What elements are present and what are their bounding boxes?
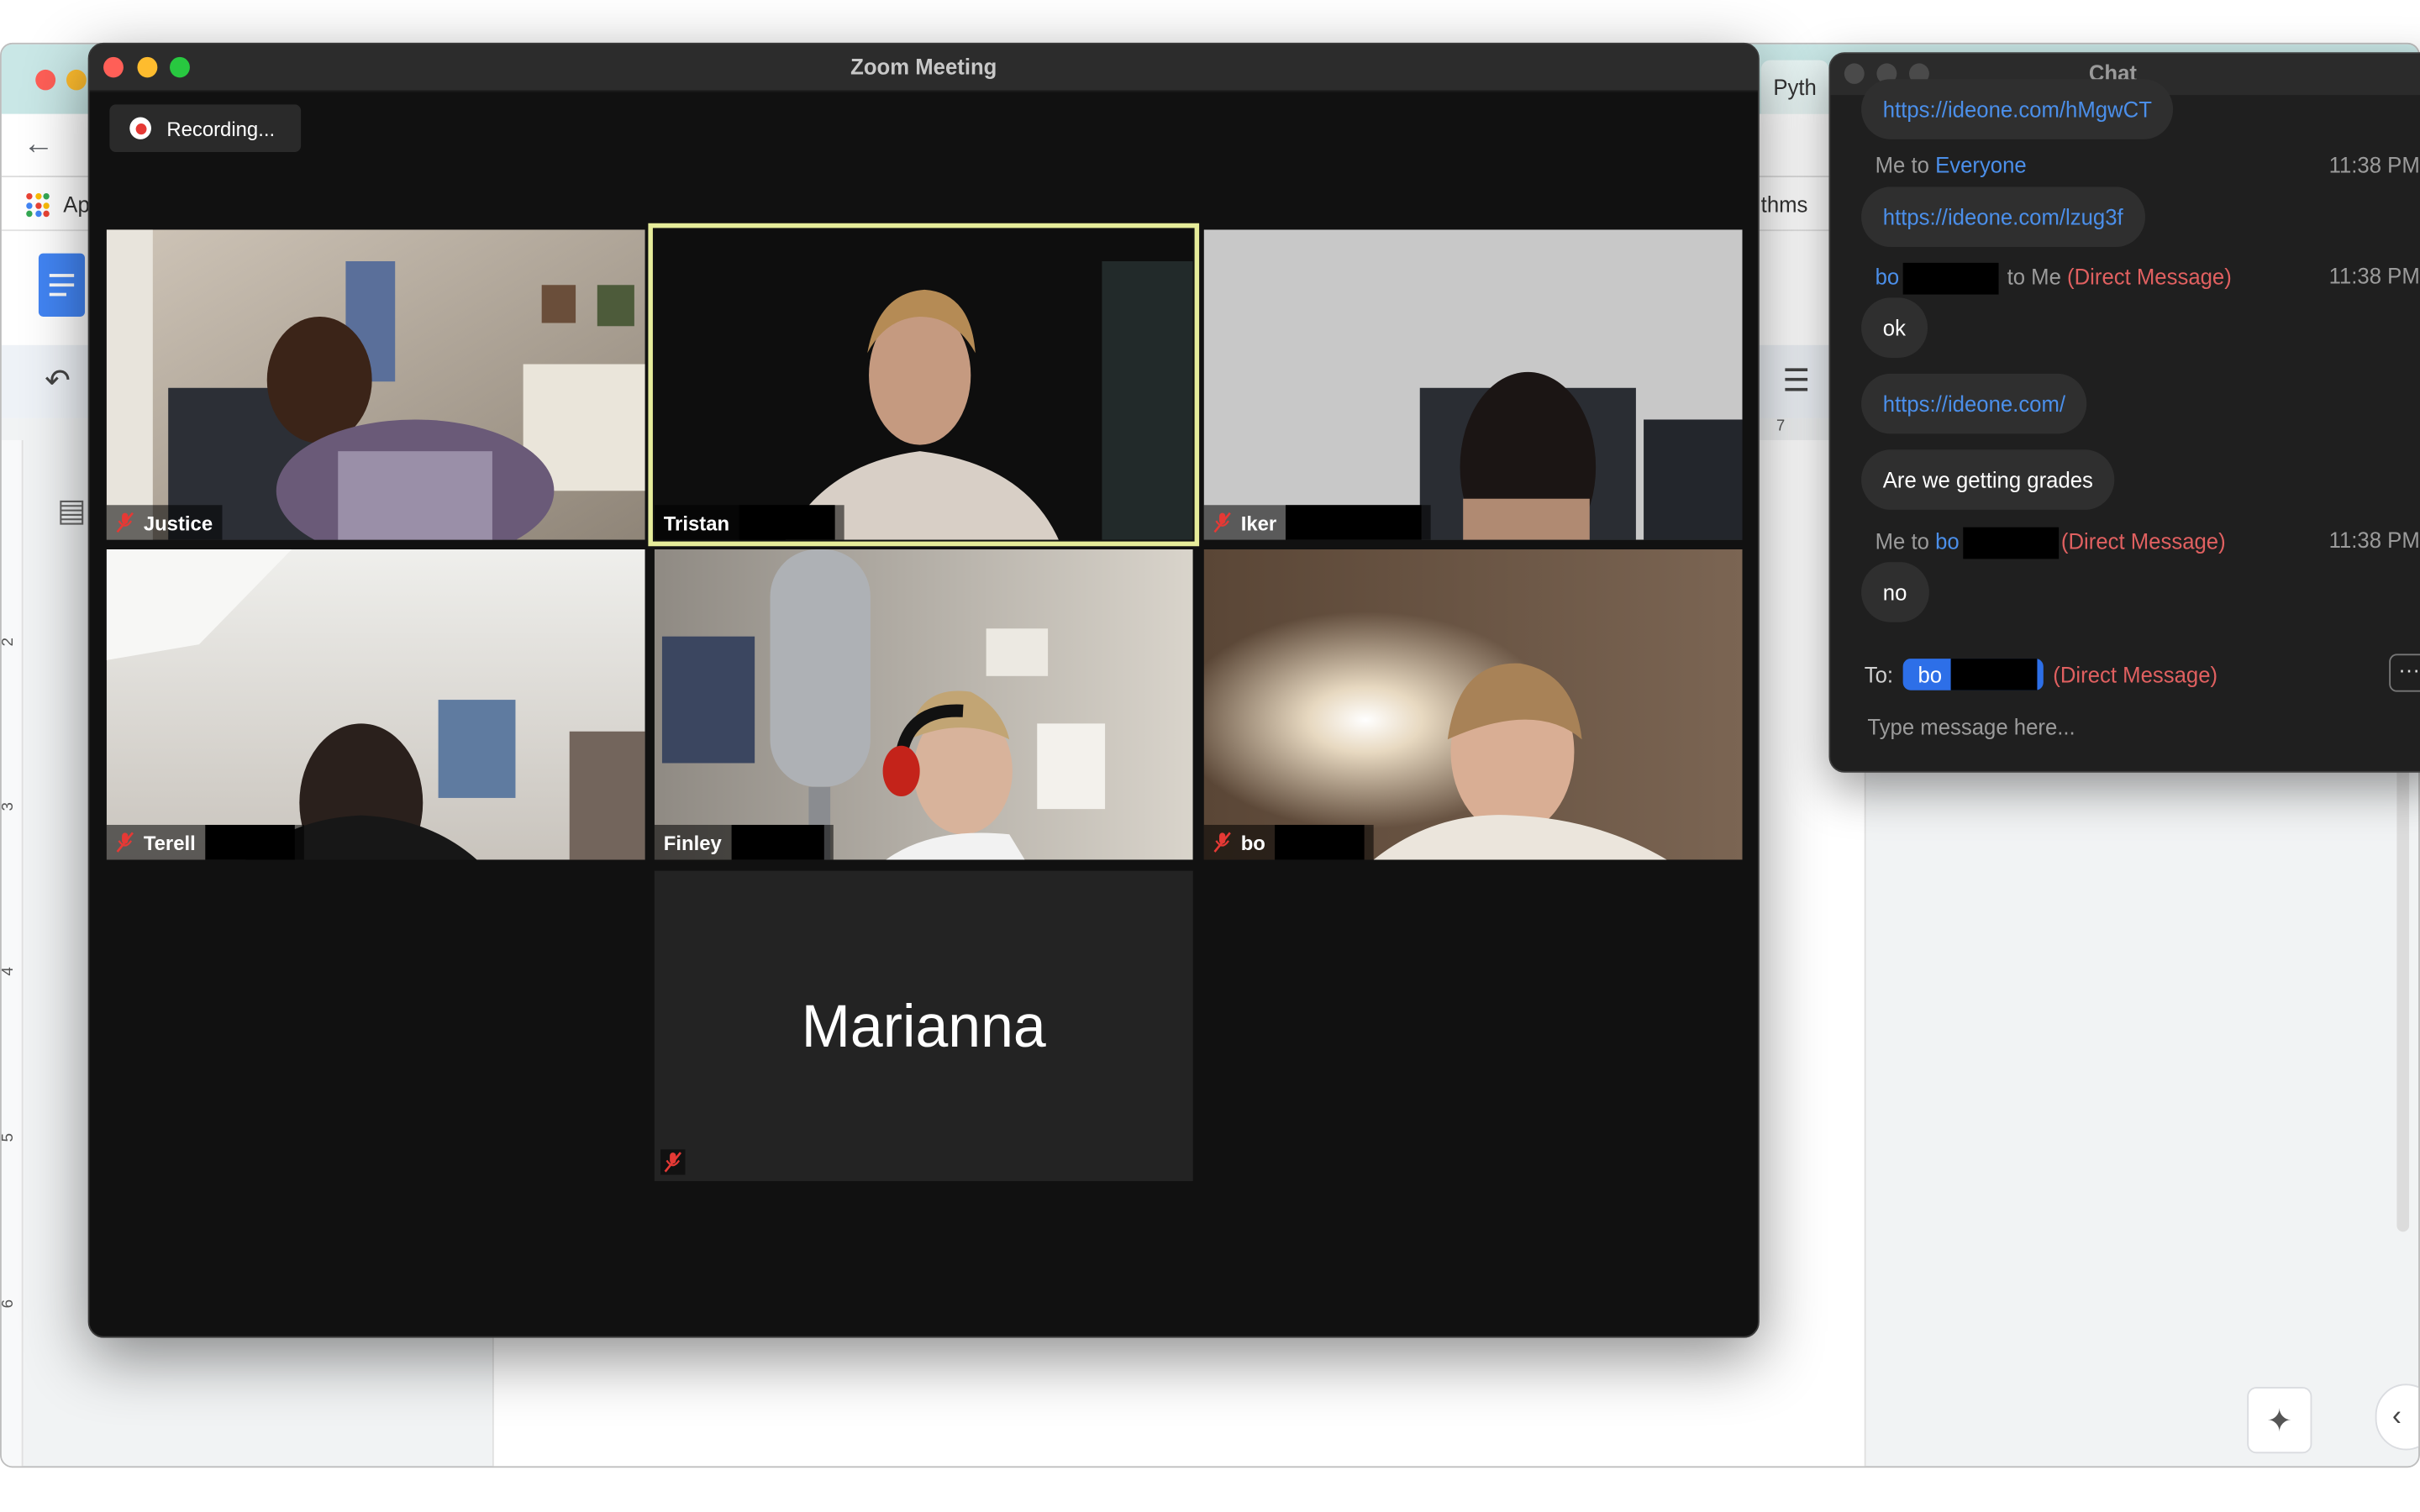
redaction-box [739,505,834,540]
zoom-window-title: Zoom Meeting [850,54,997,80]
ruler-mark: 7 [2,1464,18,1466]
browser-tab[interactable]: Pyth [1760,60,1829,114]
participant-name: Tristan [663,510,730,535]
participant-video [106,229,645,540]
participant-name: Terell [143,830,196,854]
chat-window: Chat https://ideone.com/hMgwCT Me to Eve… [1828,52,2420,773]
participant-name: Marianna [801,994,1046,1061]
muted-mic-icon [116,832,134,853]
zoom-meeting-window: Zoom Meeting Recording... Justice Trista… [87,42,1760,1338]
chat-message-text: Are we getting grades [1861,449,2115,510]
redaction-box [1902,262,1998,295]
browser-minimize-button[interactable] [66,69,87,91]
ruler-mark: 4 [0,967,18,976]
back-arrow-icon[interactable]: ← [24,127,55,163]
explore-icon[interactable]: ✦ [2247,1387,2312,1454]
participant-nametag: Justice [106,505,223,540]
chat-recipient-row: To: bo (Direct Message) [1865,659,2217,690]
recipient-selector[interactable]: bo [1902,659,2044,690]
chat-message-link[interactable]: https://ideone.com/ [1861,373,2087,434]
redaction-box [1286,505,1422,540]
chat-message-link[interactable]: https://ideone.com/hMgwCT [1861,79,2174,139]
recording-dot-icon [129,117,151,139]
recipient-name[interactable]: Everyone [1935,152,2027,177]
google-docs-logo-icon[interactable] [38,253,86,317]
participant-video [1203,229,1743,540]
vertical-ruler: 2 3 4 5 6 7 [0,439,24,1467]
redaction-box [730,824,824,860]
participant-video [654,229,1193,540]
apps-bookmark-label[interactable]: Ap [63,192,89,217]
undo-icon[interactable]: ↶ [45,361,71,401]
sender-name[interactable]: bo [1876,264,1900,289]
ruler-mark: 5 [0,1132,18,1142]
ruler-mark: 2 [0,638,18,647]
ruler-mark: 7 [1776,417,1786,436]
recipient-name[interactable]: bo [1935,528,1960,554]
to-word: to [1911,151,1929,178]
to-label: To: [1864,661,1894,688]
participant-name: Iker [1240,510,1277,535]
video-tile-iker[interactable]: Iker [1203,229,1743,540]
ruler-mark: 6 [0,1299,18,1309]
muted-mic-icon [660,1149,686,1175]
redaction-box [1274,824,1365,860]
chat-message-header: Me to Everyone [1876,152,2027,177]
bookmark-label[interactable]: thms [1761,192,1808,217]
browser-close-button[interactable] [35,69,56,91]
participant-nametag: Terell [106,824,304,860]
participant-name: Finley [663,830,722,854]
video-tile-bo[interactable]: bo [1203,549,1743,860]
tab-label: Pyth [1773,74,1817,100]
chat-message-text: ok [1861,297,1928,358]
document-outline-icon[interactable]: ▤ [57,491,87,530]
message-timestamp: 11:38 PM [2328,527,2420,553]
chat-message-link[interactable]: https://ideone.com/lzug3f [1861,186,2145,248]
document-scrollbar[interactable] [2396,741,2410,1232]
video-tile-tristan[interactable]: Tristan [648,223,1200,547]
side-panel-toggle-icon[interactable]: ‹ [2375,1383,2419,1451]
participant-nametag: Iker [1203,505,1431,540]
video-tile-justice[interactable]: Justice [106,229,645,540]
message-timestamp: 11:38 PM [2328,262,2420,289]
participant-name: bo [1240,830,1265,854]
direct-message-label: (Direct Message) [2067,264,2232,290]
direct-message-label: (Direct Message) [2053,661,2218,688]
apps-grid-icon[interactable] [26,192,50,218]
muted-mic-icon [116,512,134,533]
participant-video [1203,549,1743,860]
participant-nametag: bo [1203,824,1374,860]
chat-message-text: no [1861,562,1929,622]
to-me-label: to Me [2007,264,2061,290]
sender-name: Me [1875,528,1906,554]
more-options-button[interactable]: ··· [2389,654,2420,692]
participant-name: Justice [143,510,213,535]
video-tile-finley[interactable]: Finley [654,549,1193,860]
redaction-box [1962,527,2059,559]
recording-label: Recording... [166,116,276,140]
direct-message-label: (Direct Message) [2060,528,2226,554]
participant-video [654,549,1193,860]
zoom-titlebar: Zoom Meeting [89,44,1759,92]
muted-mic-icon [1213,512,1231,533]
ruler-mark: 3 [0,802,18,811]
sender-name: Me [1875,151,1906,178]
message-timestamp: 11:38 PM [2328,151,2420,178]
video-tile-terell[interactable]: Terell [106,549,645,860]
participant-nametag: Finley [654,824,834,860]
chat-message-input[interactable] [1867,709,2377,744]
screen: Pyth ← Ap thms ↶ ☰ 7 2 3 4 5 6 ▤ ✦ ‹ Zoo… [0,0,2420,1512]
redaction-box [1951,659,2038,690]
recording-indicator[interactable]: Recording... [109,104,302,152]
muted-mic-icon [1213,832,1231,853]
participant-nametag: Tristan [654,505,844,540]
participant-video [106,549,645,860]
numbered-list-icon[interactable]: ☰ [1782,361,1810,401]
redaction-box [204,824,295,860]
recipient-name: bo [1918,661,1943,688]
chat-message-header: Me to bo (Direct Message) [1875,527,2226,559]
to-word: to [1911,528,1929,554]
chat-message-header: bo to Me (Direct Message) [1876,262,2232,295]
video-tile-marianna[interactable]: Marianna [654,870,1193,1182]
